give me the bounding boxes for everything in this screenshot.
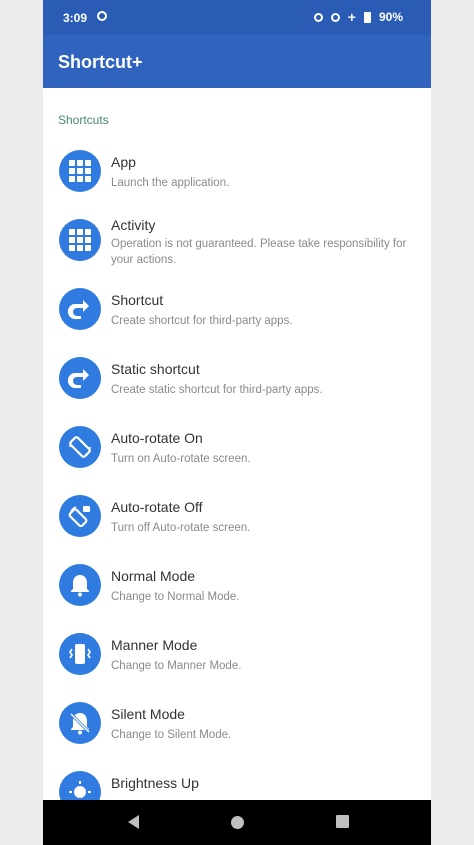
list-item-silent-mode[interactable]: Silent Mode Change to Silent Mode. bbox=[43, 690, 431, 759]
battery-percent: 90% bbox=[378, 10, 403, 24]
shortcut-arrow-icon bbox=[59, 288, 101, 330]
list-item-subtitle: Turn on Auto-rotate screen. bbox=[111, 453, 251, 465]
recent-apps-icon[interactable] bbox=[336, 815, 349, 828]
plus-icon: + bbox=[347, 9, 356, 25]
app-title: Shortcut+ bbox=[58, 52, 143, 72]
list-item-static-shortcut[interactable]: Static shortcut Create static shortcut f… bbox=[43, 345, 431, 414]
list-item-title: Activity bbox=[111, 217, 156, 233]
eye-icon bbox=[330, 12, 340, 22]
section-header: Shortcuts bbox=[58, 113, 109, 127]
list-item-subtitle: Change to Normal Mode. bbox=[111, 591, 240, 603]
list-item-app[interactable]: App Launch the application. bbox=[43, 138, 431, 207]
list-item-title: Static shortcut bbox=[111, 361, 200, 377]
vibrate-icon bbox=[59, 633, 101, 675]
list-item-manner-mode[interactable]: Manner Mode Change to Manner Mode. bbox=[43, 621, 431, 690]
list-item-normal-mode[interactable]: Normal Mode Change to Normal Mode. bbox=[43, 552, 431, 621]
status-icons: + 90% bbox=[313, 9, 403, 25]
screen-rotation-icon bbox=[59, 426, 101, 468]
list-item-title: App bbox=[111, 154, 136, 170]
list-item-title: Normal Mode bbox=[111, 568, 196, 584]
back-icon[interactable] bbox=[128, 815, 139, 829]
grid-icon bbox=[59, 219, 101, 261]
list-item-title: Brightness Up bbox=[111, 775, 199, 791]
list-item-subtitle: Change to Manner Mode. bbox=[111, 660, 242, 672]
battery-icon bbox=[363, 11, 371, 23]
shortcut-list: App Launch the application. Activity Ope… bbox=[43, 138, 431, 828]
shortcut-arrow-icon bbox=[59, 357, 101, 399]
app-bar: Shortcut+ bbox=[43, 35, 431, 88]
list-item-subtitle: Change to Silent Mode. bbox=[111, 729, 232, 741]
list-item-title: Shortcut bbox=[111, 292, 164, 308]
grid-icon bbox=[59, 150, 101, 192]
bell-icon bbox=[59, 564, 101, 606]
list-item-auto-rotate-off[interactable]: Auto-rotate Off Turn off Auto-rotate scr… bbox=[43, 483, 431, 552]
list-item-subtitle: Launch the application. bbox=[111, 177, 230, 189]
status-bar: 3:09 + 90% bbox=[43, 0, 431, 35]
list-item-subtitle: Create shortcut for third-party apps. bbox=[111, 315, 293, 327]
screen-lock-rotation-icon bbox=[59, 495, 101, 537]
list-item-shortcut[interactable]: Shortcut Create shortcut for third-party… bbox=[43, 276, 431, 345]
list-item-title: Auto-rotate On bbox=[111, 430, 203, 446]
status-time: 3:09 bbox=[63, 11, 88, 25]
list-item-title: Silent Mode bbox=[111, 706, 185, 722]
list-item-title: Manner Mode bbox=[111, 637, 198, 653]
list-item-activity[interactable]: Activity Operation is not guaranteed. Pl… bbox=[43, 207, 431, 276]
phone-screen: 3:09 + 90% Shortcut+ Shortcuts App Launc… bbox=[43, 0, 431, 845]
list-item-title: Auto-rotate Off bbox=[111, 499, 203, 515]
notification-icon bbox=[97, 11, 107, 21]
list-item-subtitle: Create static shortcut for third-party a… bbox=[111, 384, 323, 396]
list-item-subtitle: Operation is not guaranteed. Please take… bbox=[111, 238, 407, 266]
list-item-auto-rotate-on[interactable]: Auto-rotate On Turn on Auto-rotate scree… bbox=[43, 414, 431, 483]
data-saver-icon bbox=[313, 12, 323, 22]
bell-off-icon bbox=[59, 702, 101, 744]
home-icon[interactable] bbox=[231, 816, 244, 829]
list-item-subtitle: Turn off Auto-rotate screen. bbox=[111, 522, 251, 534]
navigation-bar bbox=[43, 800, 431, 845]
